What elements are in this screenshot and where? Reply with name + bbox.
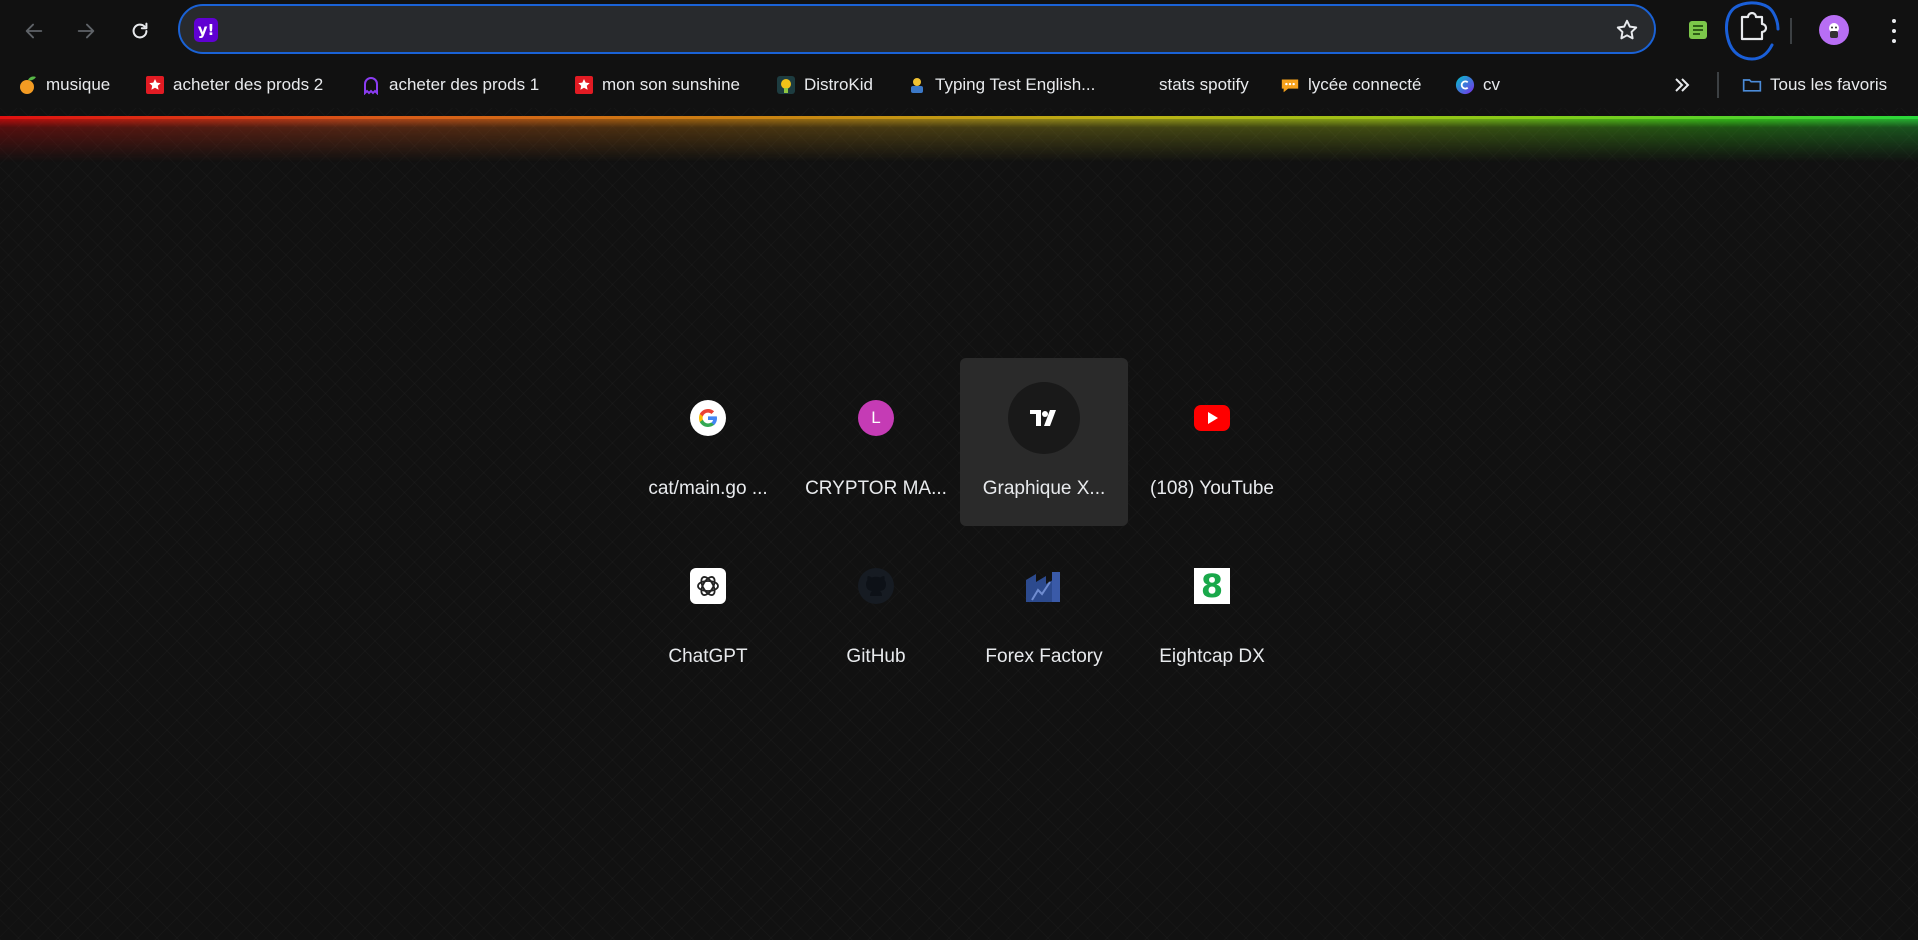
red-star-logo-icon bbox=[145, 75, 165, 95]
shortcut-label: CRYPTOR MA... bbox=[805, 478, 947, 499]
extension-notes-button[interactable] bbox=[1681, 13, 1715, 47]
reload-button[interactable] bbox=[120, 11, 160, 51]
arrow-right-icon bbox=[77, 23, 95, 39]
bookmark-label: acheter des prods 2 bbox=[173, 75, 324, 94]
bookmark-label: stats spotify bbox=[1159, 75, 1249, 94]
bookmark-acheter-des-prods-2[interactable]: acheter des prods 2 bbox=[145, 71, 323, 99]
letter-avatar: L bbox=[858, 400, 894, 436]
profile-button[interactable] bbox=[1817, 13, 1851, 47]
bookmark-label: musique bbox=[46, 75, 111, 94]
shortcut-tile[interactable]: Graphique X... bbox=[960, 358, 1128, 526]
shortcut-label: GitHub bbox=[846, 646, 906, 667]
browser-toolbar: y! bbox=[0, 0, 1918, 62]
all-favorites-label: Tous les favoris bbox=[1770, 75, 1888, 94]
bookmark-stats-spotify[interactable]: stats spotify bbox=[1159, 71, 1249, 99]
bookmark-acheter-des-prods-1[interactable]: acheter des prods 1 bbox=[361, 71, 539, 99]
github-icon bbox=[840, 550, 912, 622]
bookmarks-bar: musique acheter des prods 2 acheter des … bbox=[0, 62, 1918, 108]
distrokid-icon bbox=[776, 75, 796, 95]
google-g-icon bbox=[672, 382, 744, 454]
forward-button[interactable] bbox=[66, 11, 106, 51]
address-input[interactable] bbox=[230, 16, 1564, 44]
bookmark-label: cv bbox=[1483, 75, 1500, 94]
avatar bbox=[1819, 15, 1849, 45]
kebab-menu-icon bbox=[1892, 19, 1896, 23]
shortcut-tile[interactable]: GitHub bbox=[792, 526, 960, 694]
bookmark-lycee-connecte[interactable]: lycée connecté bbox=[1280, 71, 1421, 99]
theme-gradient-line bbox=[0, 116, 1918, 119]
bookmark-label: mon son sunshine bbox=[602, 75, 740, 94]
shortcut-label: (108) YouTube bbox=[1150, 478, 1274, 499]
bookmarks-separator bbox=[1717, 72, 1719, 98]
theme-gradient-glow bbox=[0, 116, 1918, 162]
star-outline-icon[interactable] bbox=[1614, 17, 1640, 43]
chatgpt-icon bbox=[672, 550, 744, 622]
shortcut-label: cat/main.go ... bbox=[648, 478, 768, 499]
red-star-logo-icon bbox=[574, 75, 594, 95]
bookmark-label: lycée connecté bbox=[1308, 75, 1422, 94]
all-favorites-folder[interactable]: Tous les favoris bbox=[1742, 71, 1887, 99]
bookmark-distrokid[interactable]: DistroKid bbox=[776, 71, 873, 99]
eightcap-logo: 8 bbox=[1194, 568, 1230, 604]
bookmark-mon-son-sunshine[interactable]: mon son sunshine bbox=[574, 71, 740, 99]
eightcap-icon: 8 bbox=[1176, 550, 1248, 622]
orange-fruit-icon bbox=[18, 75, 38, 95]
purple-ghost-icon bbox=[361, 75, 381, 95]
shortcut-tile[interactable]: 8 Eightcap DX bbox=[1128, 526, 1296, 694]
yahoo-search-engine-icon[interactable]: y! bbox=[194, 18, 218, 42]
forex-factory-icon bbox=[1008, 550, 1080, 622]
kebab-dot bbox=[1892, 39, 1896, 43]
youtube-icon bbox=[1176, 382, 1248, 454]
shortcut-tile[interactable]: ChatGPT bbox=[624, 526, 792, 694]
folder-icon bbox=[1742, 75, 1762, 95]
reload-icon bbox=[132, 22, 148, 39]
shortcut-label: ChatGPT bbox=[668, 646, 748, 667]
bookmark-musique[interactable]: musique bbox=[18, 71, 110, 99]
bookmark-cv[interactable]: cv bbox=[1455, 71, 1500, 99]
bookmark-typing-test[interactable]: Typing Test English... bbox=[907, 71, 1095, 99]
tradingview-icon bbox=[1008, 382, 1080, 454]
green-notepad-icon bbox=[1689, 21, 1707, 39]
shortcut-tile[interactable]: cat/main.go ... bbox=[624, 358, 792, 526]
bookmark-label: Typing Test English... bbox=[935, 75, 1096, 94]
extensions-button[interactable] bbox=[1725, 1, 1780, 61]
address-bar[interactable]: y! bbox=[178, 4, 1656, 54]
shortcut-label: Graphique X... bbox=[982, 478, 1106, 499]
shortcut-tile[interactable]: L CRYPTOR MA... bbox=[792, 358, 960, 526]
puzzle-icon bbox=[1725, 1, 1780, 61]
bookmark-label: acheter des prods 1 bbox=[389, 75, 540, 94]
toolbar-separator bbox=[1790, 18, 1792, 44]
browser-menu-button[interactable] bbox=[1884, 16, 1904, 46]
arrow-left-icon bbox=[25, 23, 43, 39]
shortcut-tile[interactable]: (108) YouTube bbox=[1128, 358, 1296, 526]
bookmark-label: DistroKid bbox=[804, 75, 873, 94]
shortcut-label: Forex Factory bbox=[985, 646, 1103, 667]
bookmarks-overflow-button[interactable] bbox=[1672, 71, 1692, 99]
chat-bubble-icon bbox=[1280, 75, 1300, 95]
shortcut-tile[interactable]: Forex Factory bbox=[960, 526, 1128, 694]
profile-character-icon bbox=[1829, 23, 1839, 38]
back-button[interactable] bbox=[14, 11, 54, 51]
letter-avatar-icon: L bbox=[840, 382, 912, 454]
shortcut-label: Eightcap DX bbox=[1159, 646, 1265, 667]
typing-test-icon bbox=[907, 75, 927, 95]
kebab-dot bbox=[1892, 29, 1896, 33]
canva-icon bbox=[1455, 75, 1475, 95]
double-chevron-right-icon bbox=[1675, 78, 1690, 92]
